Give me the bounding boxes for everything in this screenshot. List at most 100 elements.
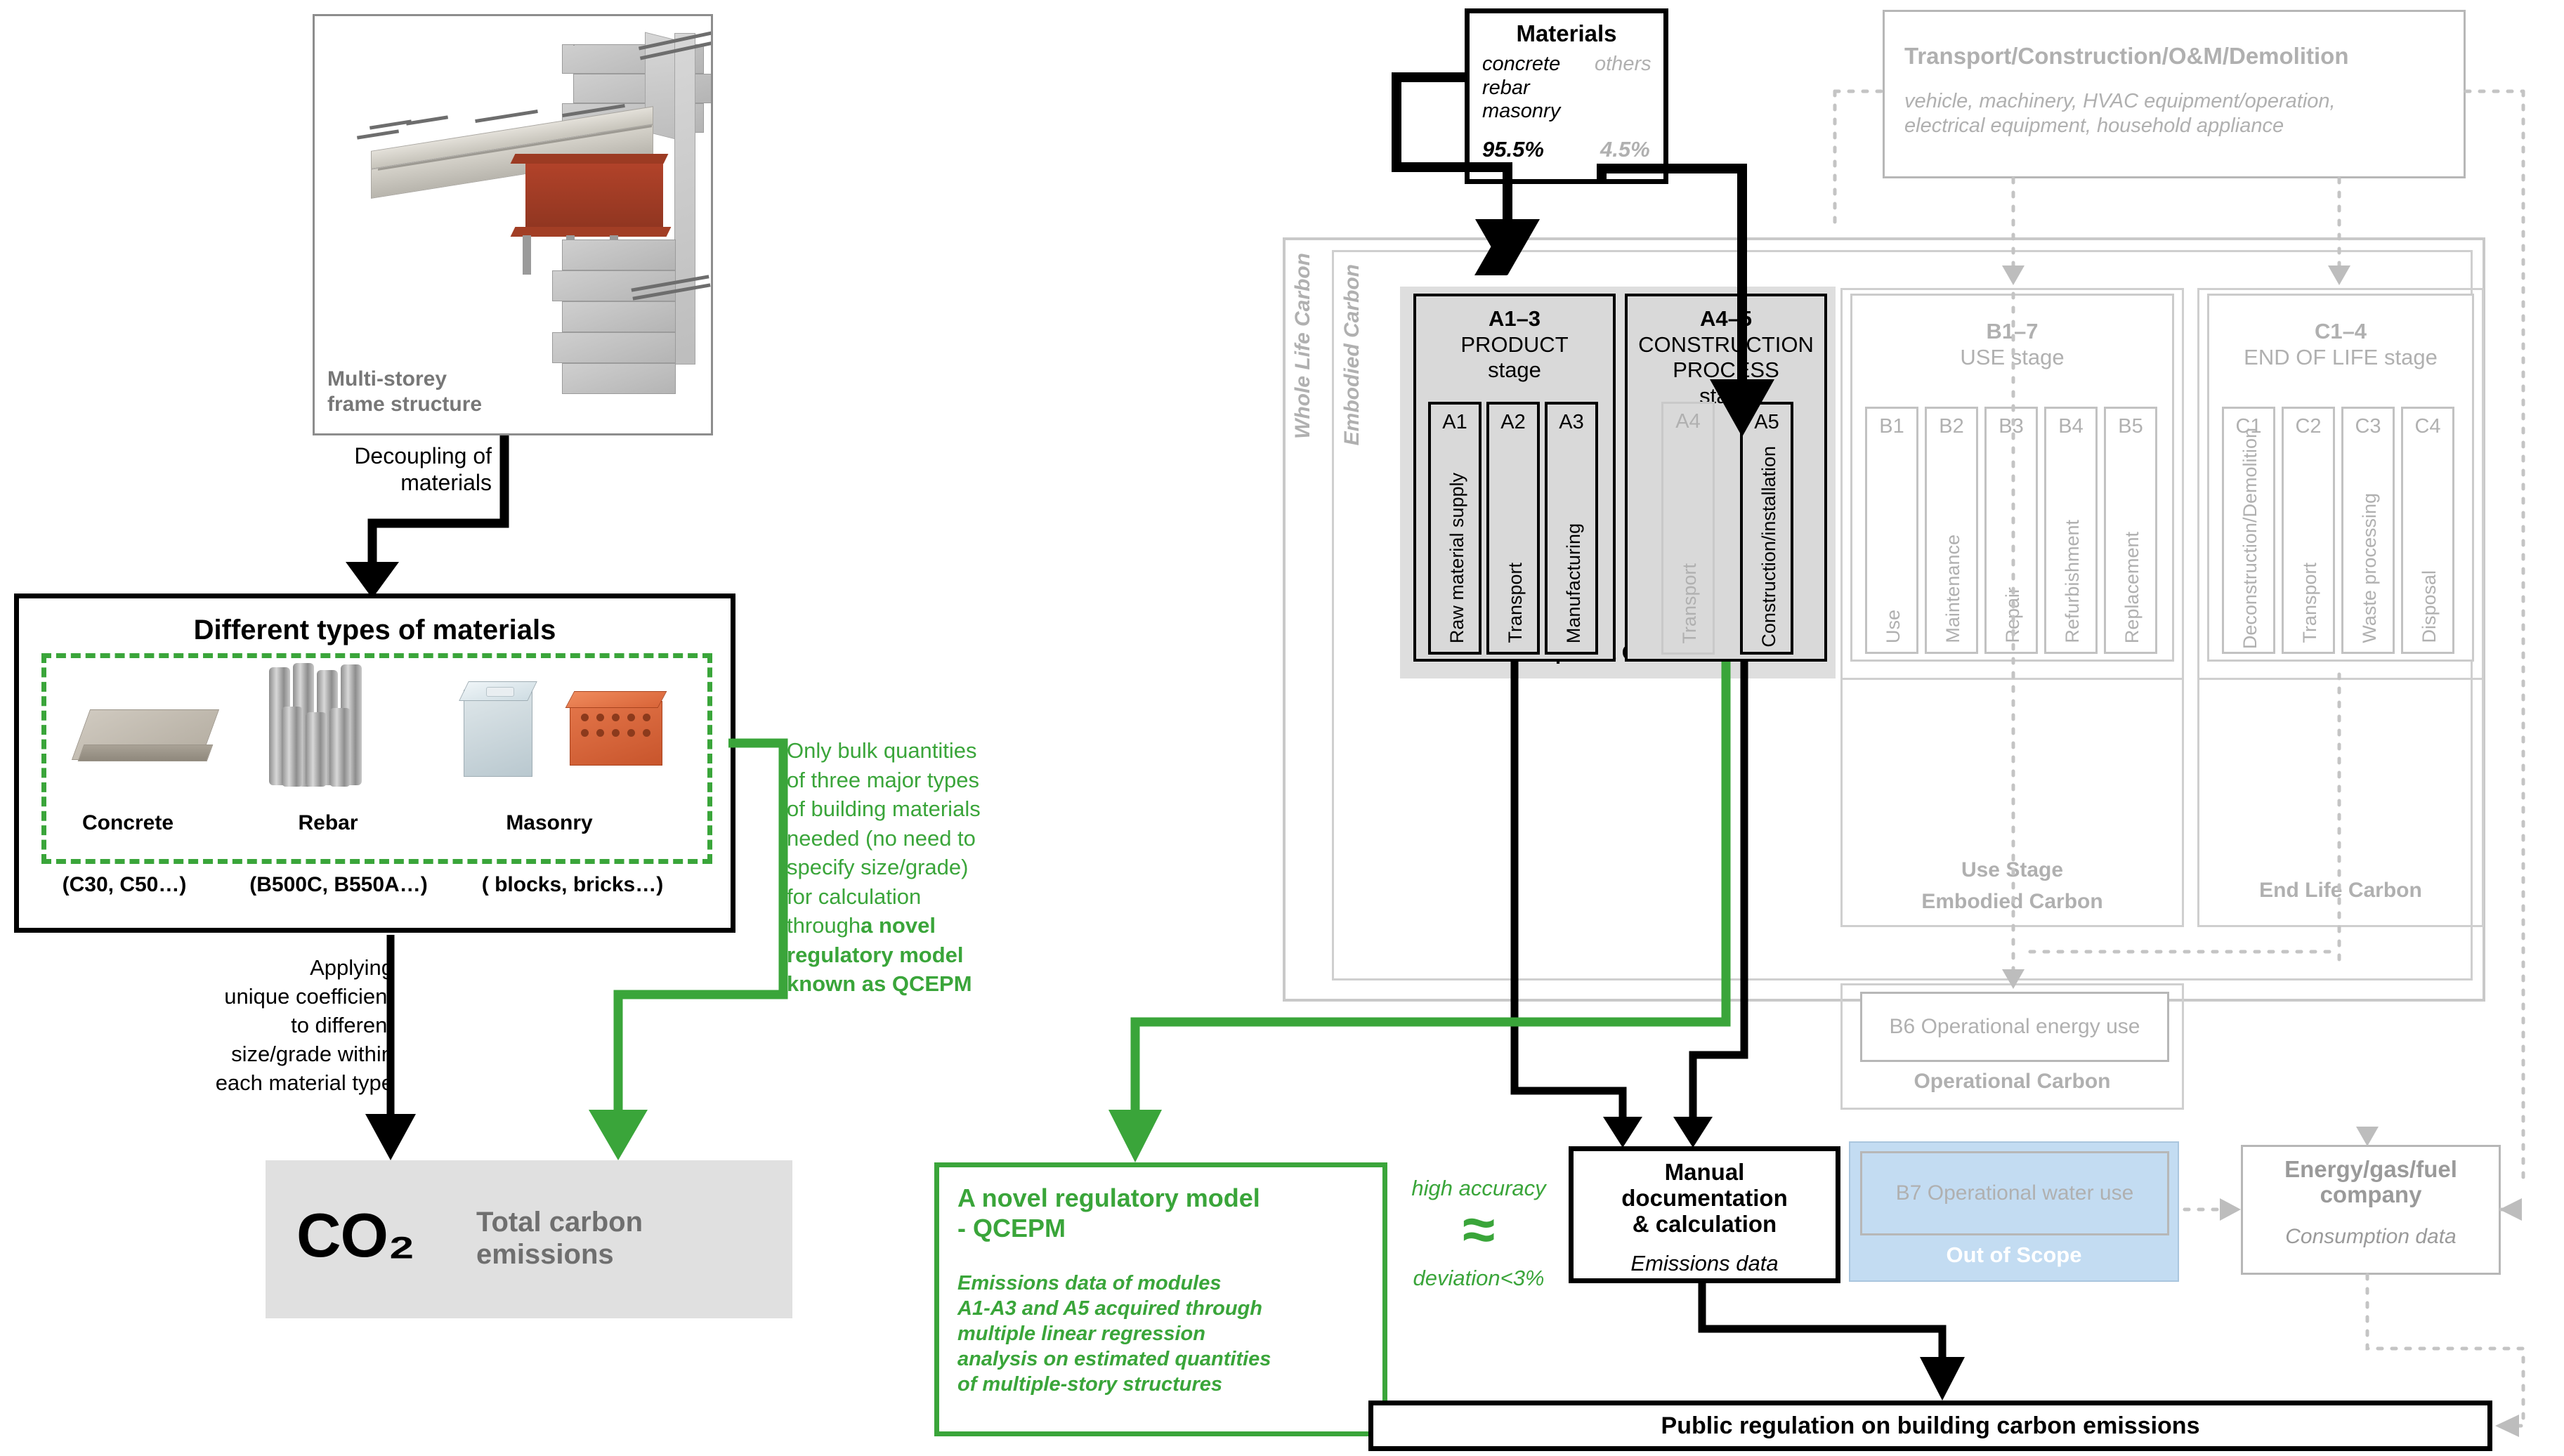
manual-doc-title-line3: & calculation <box>1632 1210 1777 1237</box>
qcepm-title-line2: - QCEPM <box>957 1214 1066 1243</box>
module-c4-label: Disposal <box>2419 570 2440 643</box>
module-a3-label: Manufacturing <box>1563 523 1584 643</box>
module-c1[interactable]: C1 Deconstruction/Demolition <box>2222 407 2275 654</box>
module-c3[interactable]: C3 Waste processing <box>2341 407 2395 654</box>
module-b5-id: B5 <box>2118 414 2143 438</box>
manual-documentation-box: Manual documentation & calculation Emiss… <box>1569 1146 1840 1283</box>
applying-line-4: each material type <box>215 1070 393 1095</box>
qcepm-body-line-1: A1-A3 and A5 acquired through <box>957 1297 1262 1320</box>
qcepm-body-line-2: multiple linear regression <box>957 1322 1205 1345</box>
masonry-block-icon <box>451 674 549 797</box>
qcepm-title-line1: A novel regulatory model <box>957 1183 1260 1212</box>
module-c4-id: C4 <box>2414 414 2441 438</box>
out-of-scope-label: Out of Scope <box>1946 1242 2082 1267</box>
module-a1-label: Raw material supply <box>1446 472 1467 643</box>
photo-caption: Multi-storey frame structure <box>327 367 482 418</box>
qcepm-body-line-0: Emissions data of modules <box>957 1272 1222 1294</box>
applying-line-0: Applying <box>310 955 393 980</box>
qcepm-body: Emissions data of modules A1-A3 and A5 a… <box>957 1271 1271 1398</box>
module-b3[interactable]: B3 Repair <box>1984 407 2038 654</box>
module-a5[interactable]: A5 Construction/installation <box>1740 402 1793 655</box>
module-c4[interactable]: C4 Disposal <box>2401 407 2454 654</box>
stage-a4-5-box: A4–5 CONSTRUCTION PROCESS stage A4 Trans… <box>1625 294 1827 662</box>
energy-company-title-line1: Energy/gas/fuel <box>2284 1156 2457 1182</box>
materials-card-left-pct: 95.5% <box>1482 137 1544 162</box>
transport-card-title: Transport/Construction/O&M/Demolition <box>1904 43 2349 69</box>
green-note-bold-0: a novel <box>861 913 936 938</box>
module-a2-id: A2 <box>1500 410 1526 433</box>
module-b4[interactable]: B4 Refurbishment <box>2044 407 2098 654</box>
module-a3[interactable]: A3 Manufacturing <box>1545 402 1598 655</box>
whole-life-carbon-label: Whole Life Carbon <box>1291 253 1314 439</box>
green-note-line-0: Only bulk quantities <box>787 738 977 763</box>
qcepm-box: A novel regulatory model - QCEPM Emissio… <box>934 1162 1387 1436</box>
module-c2-id: C2 <box>2295 414 2322 438</box>
arrow-manual-to-regulation <box>1698 1283 1965 1401</box>
rebar-bundle-icon <box>258 663 398 796</box>
materials-card: Materials concrete rebar masonry others … <box>1465 8 1668 184</box>
materials-types-title: Different types of materials <box>193 614 556 645</box>
public-regulation-label: Public regulation on building carbon emi… <box>1661 1412 2200 1439</box>
module-a4-id: A4 <box>1675 409 1701 433</box>
materials-card-right-pct: 4.5% <box>1600 137 1650 162</box>
material-detail-concrete: (C30, C50…) <box>62 873 187 896</box>
brick-icon <box>560 683 683 795</box>
module-b5[interactable]: B5 Replacement <box>2104 407 2157 654</box>
module-b1[interactable]: B1 Use <box>1865 407 1918 654</box>
materials-card-left-items: concrete rebar masonry <box>1482 53 1560 124</box>
energy-company-title-line2: company <box>2320 1181 2422 1208</box>
approx-equal-icon: ≈ <box>1462 1196 1496 1262</box>
manual-doc-subtitle: Emissions data <box>1630 1251 1779 1275</box>
stage-a1-3-name2: stage <box>1488 358 1541 383</box>
co2-label-line2: emissions <box>476 1238 614 1270</box>
module-c3-id: C3 <box>2355 414 2381 438</box>
module-a1[interactable]: A1 Raw material supply <box>1428 402 1482 655</box>
energy-company-subtitle: Consumption data <box>2285 1225 2457 1248</box>
concrete-slab-icon <box>61 677 230 789</box>
co2-label-line1: Total carbon <box>476 1207 643 1238</box>
green-note-bold-2: known as QCEPM <box>787 971 972 997</box>
applying-line-2: to different <box>291 1012 393 1037</box>
stage-a1-3-name1: PRODUCT <box>1460 332 1569 357</box>
materials-item-masonry: masonry <box>1482 100 1561 123</box>
green-note-line-2: of building materials <box>787 796 981 822</box>
stage-c1-4-header: C1–4 END OF LIFE stage <box>2209 318 2472 370</box>
materials-card-title: Materials <box>1516 20 1617 46</box>
module-b2[interactable]: B2 Maintenance <box>1925 407 1978 654</box>
use-stage-embodied-frame <box>1840 680 2184 927</box>
stage-a4-5-code: A4–5 <box>1699 306 1753 331</box>
module-b4-label: Refurbishment <box>2062 520 2083 643</box>
module-b2-id: B2 <box>1939 414 1964 438</box>
green-note-line-5: for calculation <box>787 884 922 909</box>
multi-storey-photo-frame: Multi-storey frame structure <box>313 14 713 435</box>
stage-b1-7-box: B1–7 USE stage B1 Use B2 Maintenance B3 … <box>1850 294 2174 662</box>
co2-formula: CO₂ <box>296 1200 415 1270</box>
public-regulation-bar: Public regulation on building carbon emi… <box>1368 1401 2492 1451</box>
module-b3-id: B3 <box>1999 414 2024 438</box>
co2-label: Total carbon emissions <box>476 1207 643 1271</box>
green-note-line-1: of three major types <box>787 767 979 792</box>
green-bulk-quantities-note: Only bulk quantities of three major type… <box>787 736 1068 999</box>
module-a4[interactable]: A4 Transport <box>1661 402 1715 655</box>
diagram-canvas: Multi-storey frame structure Decoupling … <box>0 0 2564 1456</box>
stage-b1-7-header: B1–7 USE stage <box>1852 318 2172 370</box>
module-a2[interactable]: A2 Transport <box>1486 402 1540 655</box>
manual-doc-title-line1: Manual <box>1664 1159 1745 1185</box>
green-note-bold-1: regulatory model <box>787 942 964 967</box>
transport-card-body: vehicle, machinery, HVAC equipment/opera… <box>1904 89 2336 138</box>
stage-c1-4-box: C1–4 END OF LIFE stage C1 Deconstruction… <box>2207 294 2474 662</box>
stage-c1-4-code: C1–4 <box>2314 319 2367 343</box>
accuracy-bottom-label: deviation<3% <box>1413 1266 1545 1290</box>
module-b3-label: Repair <box>2002 587 2023 643</box>
module-c2[interactable]: C2 Transport <box>2282 407 2335 654</box>
qcepm-body-line-3: analysis on estimated quantities <box>957 1347 1271 1370</box>
module-a4-label: Transport <box>1679 563 1700 644</box>
stage-a1-3-code: A1–3 <box>1488 306 1541 331</box>
b6-operational-energy-box[interactable]: B6 Operational energy use <box>1860 992 2169 1062</box>
qcepm-title: A novel regulatory model - QCEPM <box>957 1183 1260 1243</box>
module-a2-label: Transport <box>1505 563 1526 643</box>
transport-construction-card: Transport/Construction/O&M/Demolition ve… <box>1883 10 2466 178</box>
module-b4-id: B4 <box>2058 414 2084 438</box>
b7-operational-water-box[interactable]: B7 Operational water use <box>1860 1151 2169 1235</box>
material-name-concrete: Concrete <box>81 811 174 834</box>
